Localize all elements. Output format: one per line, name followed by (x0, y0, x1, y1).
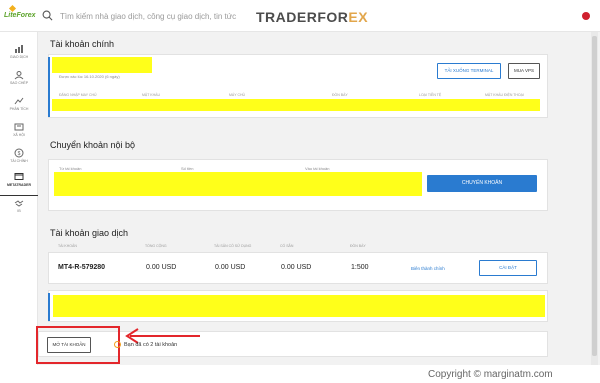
main-account-card: Được xác lúc 16.10.2020 (6 ngày) TẢI XUỐ… (48, 54, 548, 118)
sidebar-item-label: TÀI CHÍNH (10, 159, 28, 163)
sidebar-item-label: GIAO DỊCH (9, 55, 29, 59)
internal-transfer-card: Từ tài khoản Số tiền Vào tài khoản CHUYỂ… (48, 159, 548, 211)
logo-star-icon (8, 4, 17, 13)
redacted-account-row (53, 295, 545, 317)
available-value: 0.00 USD (281, 264, 312, 271)
leverage-value: 1:500 (351, 264, 369, 271)
sidebar-item-social[interactable]: XÃ HỘI (0, 120, 38, 146)
analytics-icon (14, 97, 24, 105)
top-bar: LiteForex TRADERFOREX (0, 0, 600, 32)
accounts-count-info: Bạn đã có 2 tài khoản (124, 342, 178, 348)
col-header: ĐÒN BẨY (332, 93, 348, 97)
redacted-account-details (52, 99, 540, 111)
col-header: LOẠI TIỀN TỆ (419, 93, 442, 97)
main-account-title: Tài khoản chính (50, 39, 115, 49)
amount-label: Số tiền (181, 166, 194, 171)
table-row[interactable]: MT4-R-579280 0.00 USD 0.00 USD 0.00 USD … (48, 252, 548, 284)
verified-text: Được xác lúc 16.10.2020 (6 ngày) (59, 74, 120, 79)
scrollbar-thumb[interactable] (592, 36, 597, 356)
sidebar-item-trading[interactable]: GIAO DỊCH (0, 42, 38, 68)
liteforex-logo[interactable]: LiteForex (4, 4, 36, 19)
col-header: TÀI SẢN CÓ SỬ DỤNG (214, 244, 252, 248)
card-accent-edge (48, 293, 50, 321)
copy-trade-icon (14, 71, 24, 80)
col-header: TÀI KHOẢN (58, 244, 77, 248)
traderforex-watermark: TRADERFOREX (256, 9, 368, 25)
svg-text:$: $ (18, 151, 21, 157)
social-icon (14, 123, 24, 131)
trading-accounts-title: Tài khoản giao dịch (50, 228, 129, 238)
redacted-account-card (48, 290, 548, 322)
col-header: ĐĂNG NHẬP MAY CHỦ (59, 93, 97, 97)
redacted-transfer-fields (54, 172, 422, 196)
info-icon (114, 341, 121, 348)
col-header: MÁY CHỦ (229, 93, 246, 97)
buy-vps-button[interactable]: MUA VPS (508, 63, 540, 79)
transfer-button[interactable]: CHUYỂN KHOẢN (427, 175, 537, 192)
finance-icon: $ (14, 148, 24, 158)
col-header: MẬT KHẨU ĐIỆN THOẠI (485, 93, 524, 97)
scrollbar[interactable] (591, 32, 598, 383)
col-header: TỔNG CỘNG (145, 244, 167, 248)
settings-button[interactable]: CÀI ĐẶT (479, 260, 537, 276)
col-header: MẬT KHẨU (142, 93, 161, 97)
col-header: ĐÒN BẨY (350, 244, 366, 248)
used-value: 0.00 USD (215, 264, 246, 271)
watermark-accent: EX (348, 9, 369, 25)
sidebar-item-finance[interactable]: $ TÀI CHÍNH (0, 146, 38, 172)
card-accent-edge (48, 57, 50, 117)
handshake-icon (14, 200, 24, 207)
redacted-account-number (52, 57, 152, 73)
sidebar-item-metatrader[interactable]: METATRADER (0, 170, 38, 196)
sidebar: GIAO DỊCH SAO CHÉP PHÂN TÍCH XÃ HỘI $ TÀ… (0, 32, 38, 383)
logo-text: LiteForex (4, 12, 36, 19)
account-id: MT4-R-579280 (58, 264, 106, 271)
sidebar-item-copy[interactable]: SAO CHÉP (0, 68, 38, 94)
sidebar-item-label: IB (17, 209, 21, 213)
make-main-link[interactable]: Biên thành chính (411, 266, 445, 271)
download-terminal-button[interactable]: TẢI XUỐNG TERMINAL (437, 63, 501, 79)
chart-bar-icon (15, 45, 23, 53)
copyright-text: Copyright © marginatm.com (428, 369, 553, 380)
total-value: 0.00 USD (146, 264, 177, 271)
search-icon (42, 10, 53, 21)
sidebar-item-label: PHÂN TÍCH (9, 107, 29, 111)
sidebar-item-ib[interactable]: IB (0, 196, 38, 222)
from-account-label: Từ tài khoản (59, 166, 82, 171)
sidebar-item-analytics[interactable]: PHÂN TÍCH (0, 94, 38, 120)
language-flag-icon[interactable] (582, 12, 590, 20)
annotation-highlight-box (36, 326, 120, 364)
col-header: CÓ SẴN (280, 244, 294, 248)
sidebar-item-label: XÃ HỘI (13, 133, 25, 137)
watermark-main: TRADERFOR (256, 9, 349, 25)
sidebar-item-label: METATRADER (7, 183, 31, 187)
internal-transfer-title: Chuyển khoản nội bộ (50, 140, 136, 150)
sidebar-item-label: SAO CHÉP (9, 81, 29, 85)
to-account-label: Vào tài khoản (305, 166, 330, 171)
metatrader-icon (14, 173, 24, 180)
